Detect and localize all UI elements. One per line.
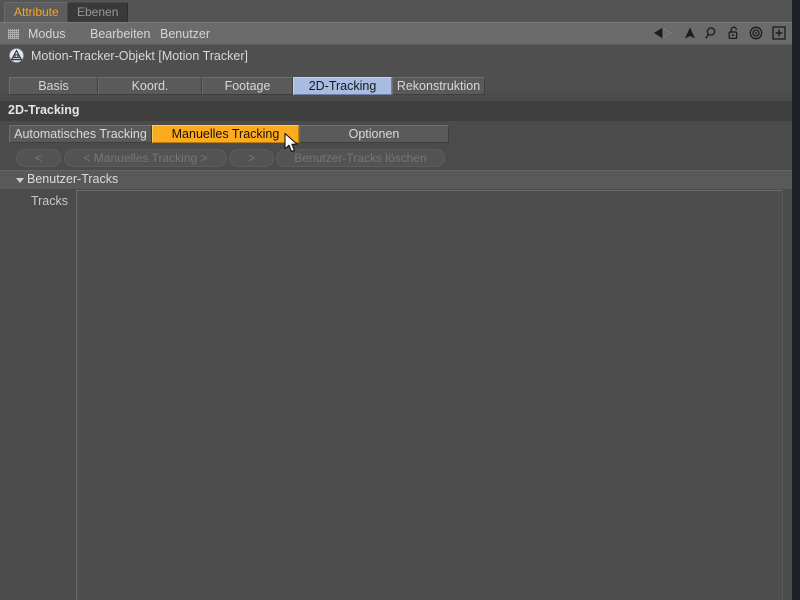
object-header: Motion-Tracker-Objekt [Motion Tracker] [0, 44, 792, 66]
menu-bar: Modus Bearbeiten Benutzer [0, 22, 792, 44]
up-arrow-icon[interactable] [684, 26, 696, 43]
manual-tracking-button-row: < < Manuelles Tracking > > Benutzer-Trac… [0, 146, 792, 170]
prev-track-button[interactable]: < [16, 149, 61, 167]
window-tab-ebenen-label: Ebenen [77, 5, 118, 19]
property-area: Tracks [0, 189, 792, 600]
tab-koord-label: Koord. [132, 79, 169, 93]
tracks-label: Tracks [0, 194, 68, 208]
section-title: 2D-Tracking [8, 103, 80, 117]
tab-2d-tracking[interactable]: 2D-Tracking [293, 77, 392, 95]
tab-basis-label: Basis [38, 79, 69, 93]
motion-tracker-object-icon [9, 48, 24, 63]
delete-user-tracks-button[interactable]: Benutzer-Tracks löschen [276, 149, 445, 167]
section-title-bar: 2D-Tracking [0, 100, 792, 121]
window-right-edge [792, 0, 800, 600]
attribute-page-tabs: Basis Koord. Footage 2D-Tracking Rekonst… [0, 66, 792, 92]
attribute-manager-window: Attribute Ebenen Modus Bearbeiten Benutz… [0, 0, 792, 600]
segment-optionen-label: Optionen [349, 127, 400, 141]
tracks-list[interactable] [76, 190, 783, 600]
tab-rekonstruktion-label: Rekonstruktion [397, 79, 480, 93]
segment-automatisches-tracking[interactable]: Automatisches Tracking [9, 125, 152, 143]
search-icon[interactable] [705, 26, 719, 43]
dotted-grid-icon[interactable] [8, 29, 19, 39]
window-tab-attribute-label: Attribute [14, 5, 59, 19]
manuelles-tracking-button-label: < Manuelles Tracking > [83, 151, 207, 165]
next-track-button-label: > [248, 151, 255, 165]
segment-automatisches-tracking-label: Automatisches Tracking [14, 127, 147, 141]
group-header-benutzer-tracks[interactable]: Benutzer-Tracks [0, 170, 792, 189]
window-tab-attribute[interactable]: Attribute [4, 2, 69, 22]
lock-open-icon[interactable] [728, 26, 740, 43]
triangle-down-icon[interactable] [16, 178, 24, 183]
menu-item-modus[interactable]: Modus [28, 26, 66, 42]
back-arrow-icon[interactable] [653, 26, 675, 43]
window-tab-ebenen[interactable]: Ebenen [67, 2, 128, 22]
prev-track-button-label: < [35, 151, 42, 165]
delete-user-tracks-button-label: Benutzer-Tracks löschen [294, 151, 426, 165]
object-title: Motion-Tracker-Objekt [Motion Tracker] [31, 48, 248, 64]
window-tab-strip: Attribute Ebenen [0, 0, 792, 22]
tab-footage-label: Footage [225, 79, 271, 93]
segment-optionen[interactable]: Optionen [299, 125, 449, 143]
property-label-gutter [0, 189, 76, 600]
tab-2d-tracking-label: 2D-Tracking [309, 79, 377, 93]
tab-koord[interactable]: Koord. [98, 77, 202, 95]
menu-item-bearbeiten[interactable]: Bearbeiten [90, 26, 150, 42]
tab-basis[interactable]: Basis [9, 77, 98, 95]
group-header-label: Benutzer-Tracks [27, 172, 118, 186]
tab-rekonstruktion[interactable]: Rekonstruktion [392, 77, 485, 95]
segment-manuelles-tracking-label: Manuelles Tracking [172, 127, 280, 141]
next-track-button[interactable]: > [229, 149, 274, 167]
plus-box-icon[interactable] [772, 26, 786, 43]
manuelles-tracking-button[interactable]: < Manuelles Tracking > [64, 149, 227, 167]
menu-bar-icon-group [653, 23, 786, 45]
menu-item-benutzer[interactable]: Benutzer [160, 26, 210, 42]
target-icon[interactable] [749, 26, 763, 43]
tracking-mode-segmented-control: Automatisches Tracking Manuelles Trackin… [0, 121, 792, 146]
tab-footage[interactable]: Footage [202, 77, 293, 95]
segment-manuelles-tracking[interactable]: Manuelles Tracking [152, 125, 299, 143]
